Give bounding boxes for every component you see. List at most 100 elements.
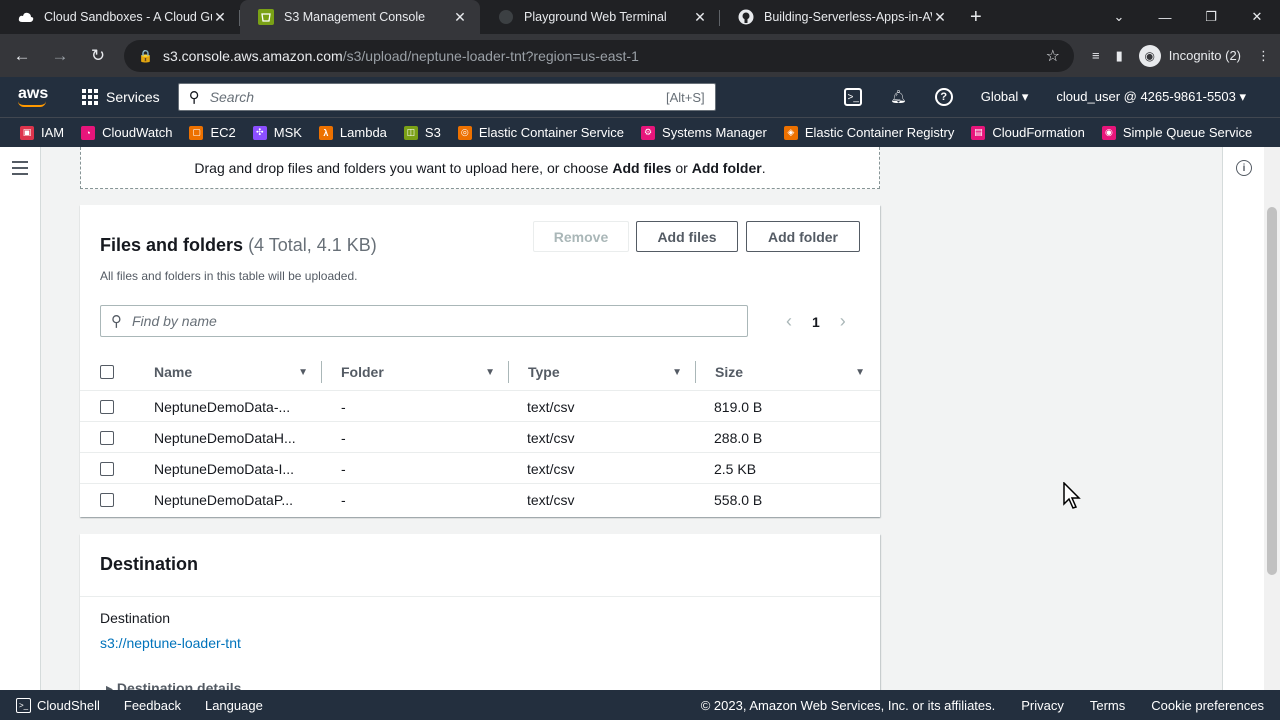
close-icon[interactable]: ✕ [932, 9, 948, 26]
search-icon: ⚲ [111, 313, 122, 330]
column-size[interactable]: Size ▼ [715, 353, 875, 391]
column-name[interactable]: Name ▼ [154, 353, 322, 391]
tab-title: Building-Serverless-Apps-in-AWS [764, 10, 932, 24]
cloudwatch-icon: ◔ [81, 125, 96, 140]
language-link[interactable]: Language [205, 698, 263, 713]
terminal-icon [498, 9, 514, 25]
cloudshell-footer-button[interactable]: >_ CloudShell [16, 697, 100, 713]
row-checkbox[interactable] [100, 461, 114, 476]
browser-tab-github[interactable]: Building-Serverless-Apps-in-AWS ✕ [720, 0, 960, 34]
sqs-icon: ◉ [1101, 125, 1116, 140]
info-icon[interactable]: i [1236, 160, 1252, 176]
favorite-iam[interactable]: ▣ IAM [20, 125, 64, 140]
favorite-ec2[interactable]: ▢ EC2 [189, 125, 236, 140]
sort-caret-icon[interactable]: ▼ [298, 367, 308, 378]
favorite-lambda[interactable]: λ Lambda [318, 125, 387, 140]
lambda-icon: λ [318, 125, 333, 140]
media-icon[interactable]: ≡ [1092, 48, 1100, 63]
url-input[interactable]: 🔒 s3.console.aws.amazon.com/s3/upload/ne… [124, 39, 1074, 72]
favorite-msk[interactable]: ✣ MSK [252, 125, 302, 140]
sort-caret-icon[interactable]: ▼ [855, 367, 865, 378]
tab-title: S3 Management Console [284, 10, 426, 24]
file-count: (4 Total, 4.1 KB) [248, 235, 377, 255]
help-icon[interactable]: ? [934, 88, 953, 106]
select-all-checkbox[interactable] [100, 365, 114, 379]
page-number[interactable]: 1 [812, 314, 820, 330]
new-tab-button[interactable]: + [960, 0, 992, 34]
account-menu[interactable]: cloud_user @ 4265-9861-5503 ▾ [1056, 89, 1246, 105]
pagination: ‹ 1 › [786, 311, 846, 332]
row-checkbox[interactable] [100, 430, 114, 445]
sort-caret-icon[interactable]: ▼ [672, 367, 682, 378]
file-folder: - [341, 398, 346, 415]
left-navigation-rail [0, 147, 41, 690]
row-checkbox[interactable] [100, 492, 114, 507]
services-menu-button[interactable]: Services [82, 89, 160, 105]
destination-link[interactable]: s3://neptune-loader-tnt [100, 635, 241, 651]
browser-tab-s3-console[interactable]: S3 Management Console ✕ [240, 0, 480, 34]
acg-icon [18, 9, 34, 25]
chevron-right-icon[interactable]: › [840, 311, 846, 332]
chevron-left-icon[interactable]: ‹ [786, 311, 792, 332]
cookie-preferences-link[interactable]: Cookie preferences [1151, 698, 1264, 713]
side-panel-icon[interactable]: ▮ [1116, 48, 1123, 64]
reload-icon[interactable]: ↻ [82, 46, 114, 66]
right-tools-rail: i [1222, 147, 1264, 690]
back-icon[interactable]: ← [6, 46, 38, 66]
minimize-icon[interactable]: — [1142, 10, 1188, 25]
privacy-link[interactable]: Privacy [1021, 698, 1064, 713]
add-files-button[interactable]: Add files [636, 221, 738, 252]
page-scrollbar[interactable] [1264, 147, 1280, 690]
favorite-cloudformation[interactable]: ▤ CloudFormation [971, 125, 1085, 140]
row-checkbox[interactable] [100, 399, 114, 414]
close-icon[interactable]: ✕ [692, 9, 708, 26]
close-window-icon[interactable]: ✕ [1234, 9, 1280, 25]
scrollbar-thumb[interactable] [1267, 207, 1277, 575]
file-folder: - [341, 429, 346, 446]
hamburger-menu-icon[interactable] [12, 161, 28, 179]
remove-button[interactable]: Remove [533, 221, 629, 252]
bookmark-star-icon[interactable]: ☆ [1046, 46, 1060, 66]
table-row[interactable]: NeptuneDemoDataH... - text/csv 288.0 B [80, 422, 880, 453]
file-folder: - [341, 460, 346, 477]
aws-search-input[interactable]: ⚲ Search [Alt+S] [177, 83, 716, 111]
panel-title: Files and folders (4 Total, 4.1 KB) [100, 235, 377, 255]
ecr-icon: ◈ [783, 125, 798, 140]
sort-caret-icon[interactable]: ▼ [485, 367, 495, 378]
select-all-cell [100, 353, 140, 391]
tab-search-icon[interactable]: ⌄ [1096, 9, 1142, 25]
table-header: Name ▼ Folder ▼ Type ▼ Size ▼ [80, 353, 880, 391]
feedback-link[interactable]: Feedback [124, 698, 181, 713]
search-icon: ⚲ [188, 89, 200, 106]
add-folder-button[interactable]: Add folder [746, 221, 860, 252]
browser-tab-playground-terminal[interactable]: Playground Web Terminal ✕ [480, 0, 720, 34]
upload-dropzone[interactable]: Drag and drop files and folders you want… [80, 147, 880, 189]
file-size: 288.0 B [714, 429, 763, 446]
column-type[interactable]: Type ▼ [528, 353, 696, 391]
aws-logo[interactable]: aws [18, 86, 62, 107]
table-row[interactable]: NeptuneDemoData-I... - text/csv 2.5 KB [80, 453, 880, 484]
favorite-ecs[interactable]: ◎ Elastic Container Service [457, 125, 624, 140]
find-by-name-input[interactable]: ⚲ Find by name [100, 305, 748, 337]
bell-icon[interactable]: 🔔︎ [890, 89, 907, 105]
region-selector[interactable]: Global ▾ [981, 89, 1029, 105]
aws-footer: >_ CloudShell Feedback Language © 2023, A… [0, 690, 1280, 720]
forward-icon[interactable]: → [44, 46, 76, 66]
restore-icon[interactable]: ❐ [1188, 9, 1234, 25]
close-icon[interactable]: ✕ [452, 9, 468, 26]
close-icon[interactable]: ✕ [212, 9, 228, 26]
favorite-cloudwatch[interactable]: ◔ CloudWatch [81, 125, 172, 140]
ec2-icon: ▢ [189, 125, 204, 140]
favorite-systems-manager[interactable]: ⚙ Systems Manager [641, 125, 767, 140]
incognito-indicator[interactable]: ◉ Incognito (2) [1138, 44, 1241, 67]
column-folder[interactable]: Folder ▼ [341, 353, 509, 391]
favorite-s3[interactable]: ◫ S3 [403, 125, 441, 140]
cloudshell-icon[interactable]: >_ [844, 88, 863, 106]
favorite-sqs[interactable]: ◉ Simple Queue Service [1101, 125, 1252, 140]
table-row[interactable]: NeptuneDemoDataP... - text/csv 558.0 B [80, 484, 880, 515]
menu-kebab-icon[interactable]: ⋮ [1257, 48, 1270, 64]
browser-tab-cloud-sandboxes[interactable]: Cloud Sandboxes - A Cloud Guru ✕ [0, 0, 240, 34]
terms-link[interactable]: Terms [1090, 698, 1125, 713]
favorite-ecr[interactable]: ◈ Elastic Container Registry [783, 125, 954, 140]
table-row[interactable]: NeptuneDemoData-... - text/csv 819.0 B [80, 391, 880, 422]
